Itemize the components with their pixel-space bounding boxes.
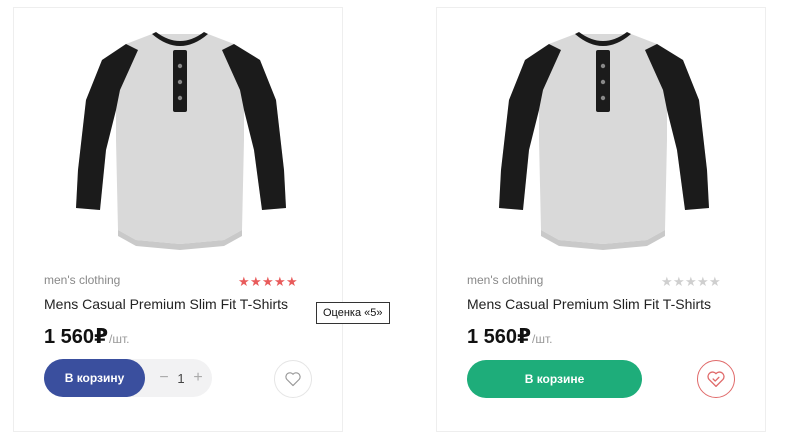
product-price: 1 560₽/шт. (467, 324, 552, 349)
rating-tooltip: Оценка «5» (316, 302, 390, 324)
currency-symbol: ₽ (517, 326, 531, 348)
price-unit: /шт. (531, 332, 553, 346)
price-value: 1 560 (467, 326, 518, 348)
price-unit: /шт. (108, 332, 130, 346)
star-icon[interactable]: ★ (697, 274, 709, 290)
raglan-shirt-image (499, 32, 709, 250)
product-title[interactable]: Mens Casual Premium Slim Fit T-Shirts (467, 296, 711, 312)
quantity-value[interactable]: 1 (172, 371, 190, 386)
heart-outline-icon (285, 372, 301, 387)
star-icon[interactable]: ★ (238, 274, 250, 290)
price-value: 1 560 (44, 326, 95, 348)
raglan-shirt-image (76, 32, 286, 250)
favorite-button[interactable] (697, 360, 735, 398)
star-icon[interactable]: ★ (250, 274, 262, 290)
favorite-button[interactable] (274, 360, 312, 398)
star-icon[interactable]: ★ (673, 274, 685, 290)
star-icon[interactable]: ★ (286, 274, 298, 290)
currency-symbol: ₽ (94, 326, 108, 348)
product-image[interactable] (487, 30, 719, 260)
in-cart-button[interactable]: В корзине (467, 360, 642, 398)
product-category: men's clothing (44, 273, 121, 287)
star-icon[interactable]: ★ (262, 274, 274, 290)
rating-stars[interactable]: ★★★★★ (661, 274, 721, 290)
product-card: men's clothing ★★★★★ Mens Casual Premium… (436, 7, 766, 432)
product-price: 1 560₽/шт. (44, 324, 129, 349)
heart-check-icon (707, 371, 725, 388)
product-card: men's clothing ★★★★★ Mens Casual Premium… (13, 7, 343, 432)
star-icon[interactable]: ★ (274, 274, 286, 290)
increase-button[interactable]: + (190, 369, 206, 387)
star-icon[interactable]: ★ (661, 274, 673, 290)
decrease-button[interactable]: − (156, 369, 172, 387)
product-title[interactable]: Mens Casual Premium Slim Fit T-Shirts (44, 296, 288, 312)
product-category: men's clothing (467, 273, 544, 287)
add-to-cart-button[interactable]: В корзину (44, 359, 145, 397)
product-image[interactable] (64, 30, 296, 260)
star-icon[interactable]: ★ (709, 274, 721, 290)
star-icon[interactable]: ★ (685, 274, 697, 290)
rating-stars[interactable]: ★★★★★ (238, 274, 298, 290)
